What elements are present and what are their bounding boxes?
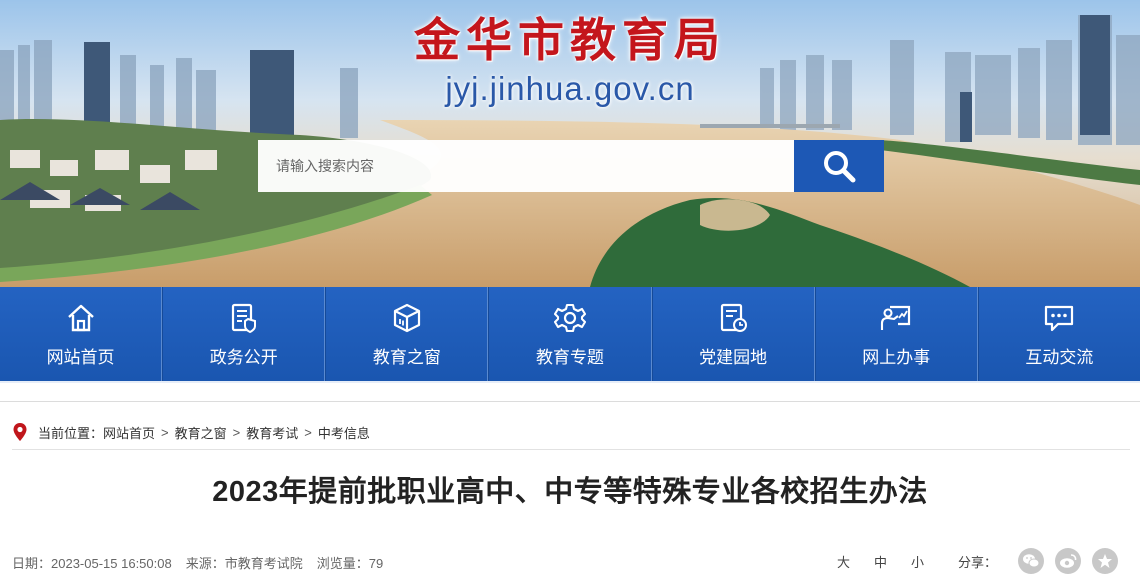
- nav-item-online-services[interactable]: 网上办事: [814, 287, 978, 381]
- nav-label: 党建园地: [699, 347, 768, 367]
- breadcrumb-separator: >: [161, 424, 169, 440]
- nav-item-interaction[interactable]: 互动交流: [977, 287, 1140, 381]
- nav-label: 网站首页: [46, 347, 115, 367]
- search-input[interactable]: [258, 140, 794, 192]
- site-domain: jyj.jinhua.gov.cn: [445, 70, 695, 107]
- article-title: 2023年提前批职业高中、中专等特殊专业各校招生办法: [212, 476, 928, 508]
- gear-icon: [553, 301, 586, 335]
- breadcrumb-item-education-window[interactable]: 教育之窗: [175, 423, 227, 442]
- breadcrumb-item-exam-info[interactable]: 中考信息: [318, 423, 370, 442]
- header-banner: 金华市教育局 jyj.jinhua.gov.cn: [0, 0, 1140, 287]
- font-size-medium-button[interactable]: 中: [874, 552, 887, 571]
- site-title: 金华市教育局: [414, 13, 726, 67]
- breadcrumb-divider: [12, 449, 1130, 450]
- article-source: 来源：市教育考试院: [185, 556, 303, 571]
- location-pin-icon: [13, 423, 27, 441]
- box-icon: [391, 301, 423, 335]
- document-clock-icon: [717, 301, 749, 335]
- nav-item-home[interactable]: 网站首页: [0, 287, 163, 381]
- breadcrumb-prefix: 当前位置：: [38, 425, 104, 441]
- document-shield-icon: [228, 301, 260, 335]
- chat-icon: [1043, 301, 1075, 335]
- breadcrumb-separator: >: [232, 424, 241, 440]
- weibo-icon[interactable]: [1055, 548, 1081, 574]
- nav-label: 教育专题: [535, 347, 604, 367]
- nav-item-government-affairs[interactable]: 政务公开: [162, 287, 326, 381]
- nav-label: 教育之窗: [372, 347, 441, 367]
- article-meta: 日期：2023-05-15 16:50:08 来源：市教育考试院 浏览量：79: [12, 553, 383, 572]
- breadcrumb-separator: >: [304, 424, 312, 440]
- search-button[interactable]: [794, 140, 884, 192]
- search-bar: [258, 140, 884, 192]
- nav-item-education-window[interactable]: 教育之窗: [325, 287, 489, 381]
- search-icon: [824, 151, 856, 183]
- favorite-icon[interactable]: [1092, 548, 1118, 574]
- home-icon: [65, 301, 97, 335]
- font-size-small-button[interactable]: 小: [911, 552, 924, 571]
- article-date: 日期：2023-05-15 16:50:08: [12, 556, 172, 571]
- article-tools: 大 中 小 分享：: [837, 548, 1118, 574]
- font-size-large-button[interactable]: 大: [837, 552, 850, 571]
- nav-item-party-building[interactable]: 党建园地: [651, 287, 815, 381]
- nav-label: 网上办事: [862, 347, 931, 367]
- share-label: 分享：: [957, 554, 997, 570]
- article-container: 当前位置： 网站首页 > 教育之窗 > 教育考试 > 中考信息 2023年提前批…: [0, 401, 1140, 581]
- nav-label: 互动交流: [1025, 347, 1094, 367]
- breadcrumb-item-home[interactable]: 网站首页: [103, 423, 155, 442]
- nav-item-education-topics[interactable]: 教育专题: [488, 287, 652, 381]
- breadcrumb-item-education-exams[interactable]: 教育考试: [246, 423, 298, 442]
- presentation-icon: [880, 301, 912, 335]
- wechat-icon[interactable]: [1018, 548, 1044, 574]
- main-nav: 网站首页 政务公开 教育之窗 教育专题 党建园地 网上办事 互动交流: [0, 287, 1140, 383]
- breadcrumb: 当前位置： 网站首页 > 教育之窗 > 教育考试 > 中考信息: [12, 420, 370, 444]
- article-views: 浏览量：79: [316, 556, 384, 571]
- nav-label: 政务公开: [209, 347, 278, 367]
